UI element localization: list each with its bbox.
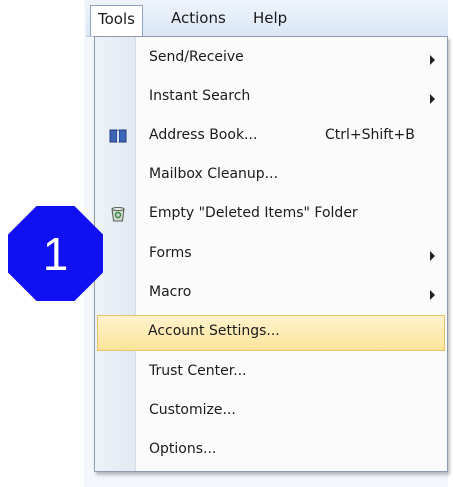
menu-item-account-settings[interactable]: Account Settings... (97, 315, 445, 351)
menu-item-options[interactable]: Options... (97, 433, 445, 469)
submenu-arrow-icon (430, 94, 435, 104)
menu-item-send-receive[interactable]: Send/Receive (97, 41, 445, 77)
step-callout-badge: 1 (8, 206, 103, 301)
menu-item-forms[interactable]: Forms (97, 237, 445, 273)
menubar-tools[interactable]: Tools (90, 5, 143, 36)
address-book-icon (109, 129, 127, 143)
menu-item-address-book[interactable]: Address Book... Ctrl+Shift+B (97, 119, 445, 155)
submenu-arrow-icon (430, 55, 435, 65)
submenu-arrow-icon (430, 290, 435, 300)
menubar-help[interactable]: Help (246, 5, 294, 31)
submenu-arrow-icon (430, 251, 435, 261)
menu-bar: Tools Actions Help (86, 0, 448, 37)
recycle-bin-icon (111, 207, 125, 222)
menu-item-customize[interactable]: Customize... (97, 394, 445, 430)
tools-menu: Send/Receive Instant Search Address Book… (94, 36, 448, 472)
menu-item-instant-search[interactable]: Instant Search (97, 80, 445, 116)
menubar-actions[interactable]: Actions (164, 5, 233, 31)
menu-item-trust-center[interactable]: Trust Center... (97, 355, 445, 391)
step-number: 1 (42, 227, 69, 280)
menu-item-empty-deleted-items[interactable]: Empty "Deleted Items" Folder (97, 197, 445, 233)
menu-item-macro[interactable]: Macro (97, 276, 445, 312)
menu-item-mailbox-cleanup[interactable]: Mailbox Cleanup... (97, 158, 445, 194)
